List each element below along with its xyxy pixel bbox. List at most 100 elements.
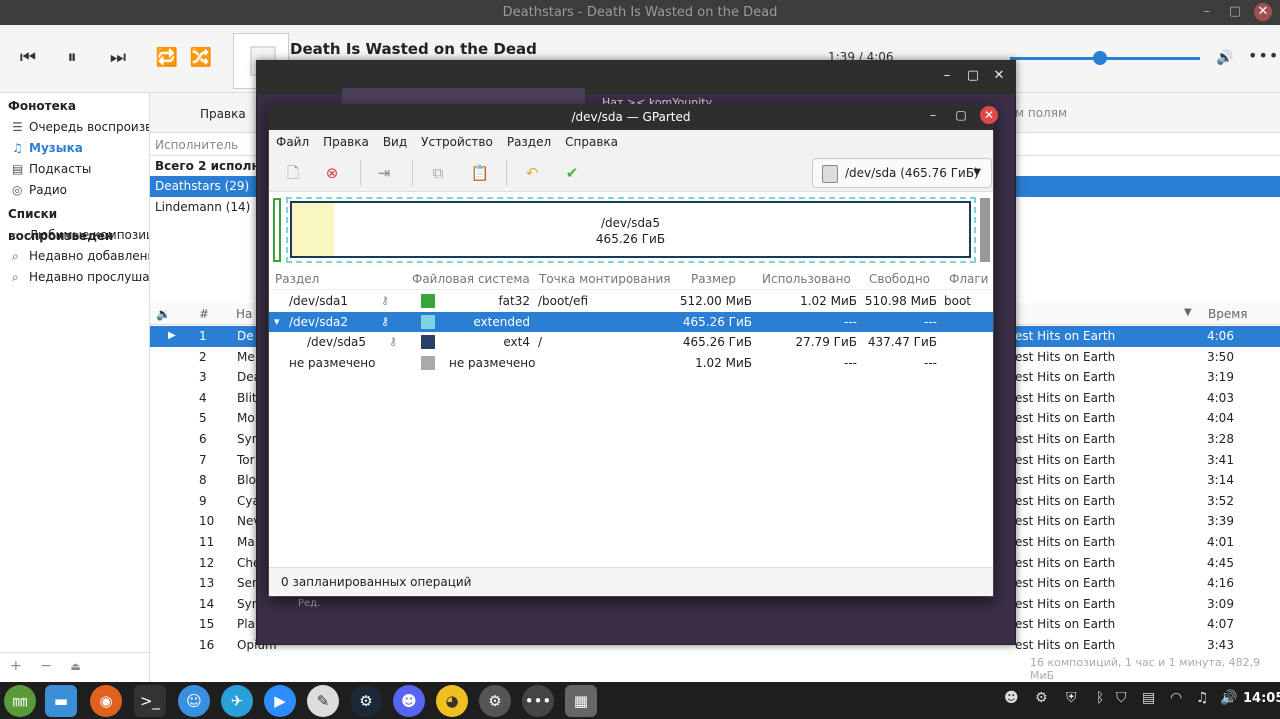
maximize-icon[interactable]: ▢: [966, 68, 980, 83]
telegram-icon[interactable]: ✈: [221, 685, 253, 717]
update-tray-icon[interactable]: ⛨: [1066, 690, 1077, 706]
track-title: Ma: [237, 535, 255, 549]
qbittorrent-icon[interactable]: ◕: [436, 685, 468, 717]
inkscape-icon[interactable]: ✎: [307, 685, 339, 717]
minimize-icon[interactable]: –: [924, 106, 942, 124]
track-number-header[interactable]: #: [199, 307, 209, 321]
eject-button[interactable]: ⏏: [70, 660, 80, 673]
firefox-icon[interactable]: ◉: [90, 685, 122, 717]
disk-map-sda1[interactable]: [273, 198, 281, 262]
sidebar-item-queue[interactable]: ☰ Очередь воспроизв.: [0, 117, 149, 138]
menu-edit[interactable]: Правка: [323, 130, 369, 154]
add-playlist-button[interactable]: +: [10, 658, 22, 674]
track-title: Me: [237, 349, 255, 364]
shield-icon[interactable]: ⛉: [1116, 690, 1127, 706]
col-partition[interactable]: Раздел: [275, 272, 319, 286]
player-titlebar: Deathstars - Death Is Wasted on the Dead: [0, 0, 1280, 25]
partition-partition: /dev/sda1: [289, 294, 349, 308]
volume-icon[interactable]: 🔊: [1216, 50, 1233, 66]
menu-partition[interactable]: Раздел: [507, 130, 551, 154]
playlists-heading: Списки воспроизведен: [8, 207, 114, 243]
wifi-icon[interactable]: ◠: [1170, 690, 1182, 706]
col-used[interactable]: Использовано: [762, 272, 851, 286]
paste-icon[interactable]: 📋: [468, 162, 492, 184]
zoom-icon[interactable]: ▶: [264, 685, 296, 717]
pause-icon[interactable]: ⏸: [60, 47, 84, 68]
close-icon[interactable]: ✕: [992, 68, 1006, 83]
finder-icon[interactable]: ☺: [178, 685, 210, 717]
col-free[interactable]: Свободно: [869, 272, 930, 286]
steam-icon[interactable]: ⚙: [350, 685, 382, 717]
toolbar-separator: [360, 160, 361, 186]
seek-knob[interactable]: [1093, 51, 1107, 65]
steam-tray-icon[interactable]: ⚙: [1035, 690, 1048, 706]
music-tray-icon[interactable]: ♫: [1196, 690, 1209, 706]
sidebar-item-radio[interactable]: ◎ Радио: [0, 180, 149, 201]
partition-row[interactable]: /dev/sda1 ⚷ fat32/boot/efi 512.00 МиБ 1.02 М…: [269, 291, 993, 312]
gparted-task-icon[interactable]: ▦: [565, 685, 597, 717]
more-icon[interactable]: •••: [1248, 46, 1279, 65]
col-flags[interactable]: Флаги: [949, 272, 988, 286]
track-album: est Hits on Earth: [1015, 638, 1116, 652]
track-album: est Hits on Earth: [1015, 370, 1116, 385]
expander-icon[interactable]: ▾: [274, 315, 280, 328]
discord-icon[interactable]: ☻: [393, 685, 425, 717]
delete-partition-icon[interactable]: ⊗: [320, 162, 344, 184]
clock[interactable]: 14:05: [1243, 691, 1280, 706]
gparted-window-controls: – ▢ ✕: [924, 106, 998, 124]
browser-edit-label[interactable]: Правка: [200, 107, 246, 121]
disk-map-sda5[interactable]: /dev/sda5 465.26 ГиБ: [290, 201, 971, 258]
resize-move-icon[interactable]: ⇥: [372, 162, 396, 184]
col-size[interactable]: Размер: [691, 272, 736, 286]
files-icon[interactable]: ▬: [45, 685, 77, 717]
repeat-icon[interactable]: 🔁: [155, 47, 179, 68]
discord-tray-icon[interactable]: ☻: [1004, 690, 1019, 706]
mint-menu-icon[interactable]: ㎜: [4, 685, 36, 717]
menu-help[interactable]: Справка: [565, 130, 618, 154]
disk-map-scrollbar[interactable]: [980, 198, 990, 262]
partition-row[interactable]: ▾ /dev/sda2 ⚷ extended 465.26 ГиБ --- ---: [269, 311, 993, 333]
shuffle-icon[interactable]: 🔀: [189, 47, 213, 68]
sidebar-item-label: Очередь воспроизв.: [29, 120, 149, 134]
minimize-icon[interactable]: –: [1198, 3, 1216, 21]
close-icon[interactable]: ✕: [980, 106, 998, 124]
menu-file[interactable]: Файл: [276, 130, 309, 154]
more-apps-icon[interactable]: •••: [522, 685, 554, 717]
apply-icon[interactable]: ✔: [560, 162, 584, 184]
sort-chevron-icon[interactable]: ▼: [1184, 307, 1192, 318]
sidebar-item-podcasts[interactable]: ▤ Подкасты: [0, 159, 149, 180]
track-title: Blit: [237, 390, 257, 405]
minimize-icon[interactable]: –: [940, 68, 954, 83]
partition-free: ---: [924, 314, 937, 329]
track-time-header[interactable]: Время: [1208, 307, 1248, 321]
track-title-header[interactable]: На: [236, 307, 252, 321]
new-partition-icon[interactable]: 🗋: [281, 162, 305, 184]
undo-icon[interactable]: ↶: [520, 162, 544, 184]
menu-view[interactable]: Вид: [383, 130, 407, 154]
playlist-item-favorites[interactable]: ⌕ Любимые композиц: [0, 225, 149, 246]
close-icon[interactable]: ✕: [1254, 3, 1272, 21]
chevron-down-icon: ▼: [973, 167, 981, 178]
maximize-icon[interactable]: ▢: [952, 106, 970, 124]
partition-row[interactable]: не размечено не размечено 1.02 МиБ --- ---: [269, 353, 993, 374]
settings-icon[interactable]: ⚙: [479, 685, 511, 717]
col-filesystem[interactable]: Файловая система: [412, 272, 530, 286]
col-mount[interactable]: Точка монтирования: [539, 272, 670, 286]
keyboard-layout-icon[interactable]: ▤: [1142, 690, 1155, 706]
sidebar-item-music[interactable]: ♫ Музыка: [0, 138, 149, 159]
terminal-icon[interactable]: >_: [134, 685, 166, 717]
volume-tray-icon[interactable]: 🔊: [1220, 690, 1237, 706]
remove-playlist-button[interactable]: −: [40, 658, 52, 674]
device-select[interactable]: /dev/sda (465.76 ГиБ) ▼: [812, 158, 992, 188]
menu-device[interactable]: Устройство: [421, 130, 493, 154]
bluetooth-icon[interactable]: ᛒ: [1096, 690, 1104, 706]
next-track-icon[interactable]: ⏭: [106, 47, 130, 68]
partition-fs: ext4: [503, 335, 530, 350]
playlist-item-recently-added[interactable]: ⌕ Недавно добавленн: [0, 246, 149, 267]
copy-icon[interactable]: ⧉: [426, 162, 450, 184]
search-icon: ⌕: [12, 228, 19, 242]
previous-track-icon[interactable]: ⏮: [16, 47, 40, 68]
maximize-icon[interactable]: ▢: [1226, 3, 1244, 21]
partition-row[interactable]: /dev/sda5 ⚷ ext4 / 465.26 ГиБ 27.79 ГиБ 437.47…: [269, 332, 993, 353]
playlist-item-recently-played[interactable]: ⌕ Недавно прослушан: [0, 267, 149, 288]
